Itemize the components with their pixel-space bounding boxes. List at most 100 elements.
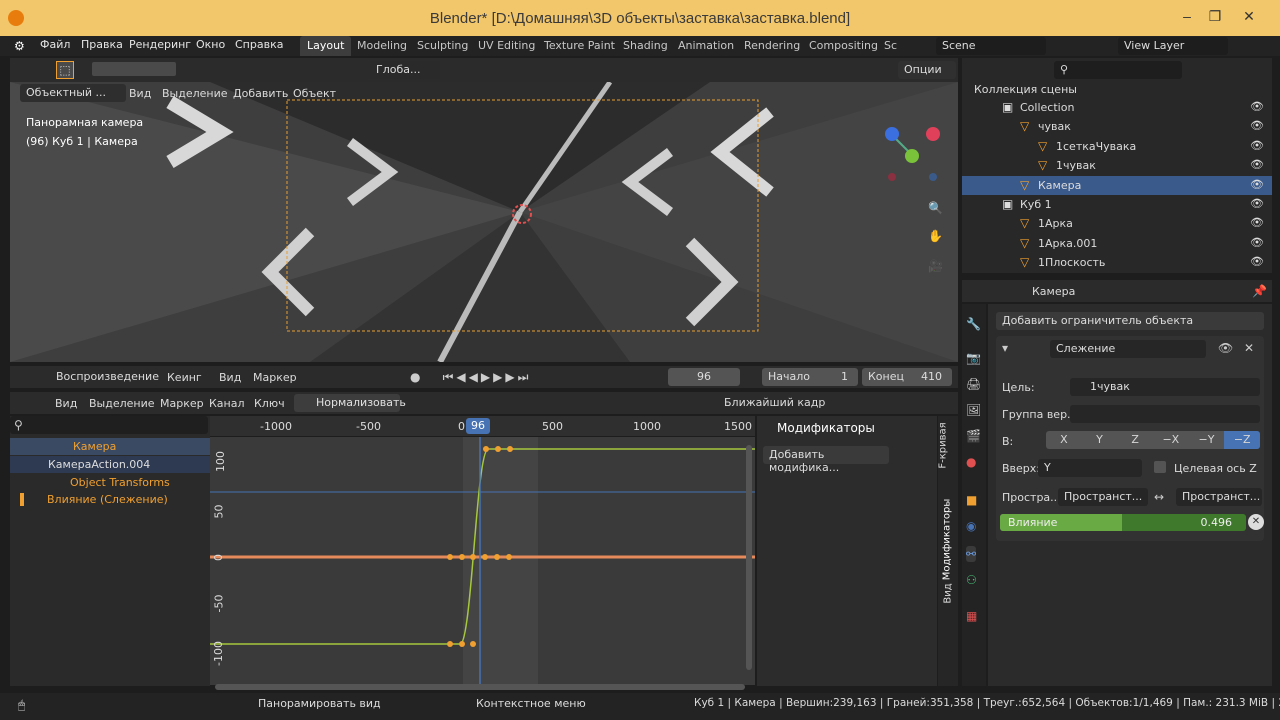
keying-menu[interactable]: Кеинг [167, 371, 202, 384]
vertex-group-field[interactable] [1070, 405, 1260, 423]
scene-icon[interactable]: 🎬 [966, 428, 981, 444]
view-layer-icon[interactable]: 🖼 [966, 402, 981, 418]
outliner-item[interactable]: ▽ чувак 👁 [962, 117, 1272, 136]
tab-fcurve[interactable]: F-кривая [938, 422, 949, 468]
tab-rendering[interactable]: Rendering [737, 36, 807, 56]
eye-icon[interactable]: 👁 [1218, 340, 1233, 356]
visibility-eye-icon[interactable]: 👁 [1250, 119, 1264, 132]
timeline-marker-menu[interactable]: Маркер [253, 371, 297, 384]
options-dropdown[interactable]: Опции [898, 61, 956, 79]
add-modifier-dropdown[interactable]: Добавить модифика... [763, 446, 889, 474]
data-icon[interactable]: ⚇ [966, 572, 977, 588]
tab-uv-editing[interactable]: UV Editing [471, 36, 542, 56]
scene-selector[interactable]: Scene [936, 37, 1046, 55]
constraint-name-field[interactable]: Слежение [1050, 340, 1206, 358]
outliner-item[interactable]: ▽ Камера 👁 [962, 175, 1272, 195]
close-button[interactable]: ✕ [1234, 8, 1264, 28]
pin-icon[interactable]: 📌 [1252, 283, 1267, 299]
world-icon[interactable]: ● [966, 454, 976, 470]
outliner-item[interactable]: ▽ 1чувак 👁 [962, 156, 1272, 175]
outliner-item[interactable]: ▣ Collection 👁 [962, 98, 1272, 117]
zoom-icon[interactable]: 🔍 [928, 200, 943, 216]
visibility-eye-icon[interactable]: 👁 [1250, 197, 1264, 210]
channel-row[interactable]: КамераAction.004 [10, 456, 210, 473]
select-box-icon[interactable]: ⬚ [56, 61, 74, 79]
outliner-item[interactable]: ▽ 1Плоскость 👁 [962, 253, 1272, 272]
tab-animation[interactable]: Animation [671, 36, 741, 56]
object-icon[interactable]: ■ [966, 492, 977, 508]
outliner-item[interactable]: ▽ 1Арка.001 👁 [962, 234, 1272, 253]
selection-mode-icons[interactable] [92, 62, 176, 76]
axis-y-button[interactable]: Y [1082, 431, 1118, 449]
axis-x-button[interactable]: X [1046, 431, 1082, 449]
view-layer-selector[interactable]: View Layer [1118, 37, 1228, 55]
tab-scripting[interactable]: Sc [877, 36, 904, 56]
target-space-dropdown[interactable]: Пространст... [1176, 488, 1262, 506]
tab-sculpting[interactable]: Sculpting [410, 36, 475, 56]
graph-marker-menu[interactable]: Маркер [160, 397, 204, 410]
up-axis-dropdown[interactable]: Y [1038, 459, 1142, 477]
visibility-eye-icon[interactable]: 👁 [1250, 236, 1264, 249]
graph-channel-menu[interactable]: Канал [209, 397, 245, 410]
target-z-checkbox[interactable] [1154, 461, 1166, 473]
viewport-object-menu[interactable]: Объект [293, 87, 336, 100]
end-frame-field[interactable]: Конец 410 [862, 368, 952, 386]
tab-shading[interactable]: Shading [616, 36, 675, 56]
channel-search-input[interactable]: ⚲ [10, 416, 208, 434]
playback-controls-icon[interactable]: ⏮◀◀▶▶▶⏭ [432, 369, 542, 385]
graph-area[interactable]: 100 50 0 -50 -100 [210, 437, 755, 685]
graph-select-menu[interactable]: Выделение [89, 397, 155, 410]
normalize-button[interactable]: Нормализовать [294, 394, 406, 412]
orientation-dropdown[interactable]: Глоба... [370, 61, 440, 79]
current-frame-field[interactable]: 96 [668, 368, 740, 386]
vertical-scrollbar[interactable] [746, 445, 752, 670]
influence-slider[interactable]: Влияние 0.496 [1000, 514, 1246, 531]
menu-help[interactable]: Справка [235, 38, 283, 51]
axis-neg-x-button[interactable]: −X [1153, 431, 1189, 449]
mode-dropdown[interactable]: Объектный ... [20, 84, 126, 102]
viewport-add-menu[interactable]: Добавить [233, 87, 288, 100]
viewport-select-menu[interactable]: Выделение [162, 87, 228, 100]
tab-modeling[interactable]: Modeling [350, 36, 414, 56]
visibility-eye-icon[interactable]: 👁 [1250, 139, 1264, 152]
visibility-eye-icon[interactable]: 👁 [1250, 216, 1264, 229]
graph-key-menu[interactable]: Ключ [254, 397, 285, 410]
outliner-item[interactable]: ▽ 1Арка 👁 [962, 214, 1272, 233]
remove-constraint-icon[interactable]: ✕ [1244, 340, 1254, 356]
tab-view[interactable]: Вид [943, 583, 954, 603]
axis-z-button[interactable]: Z [1117, 431, 1153, 449]
playback-dropdown[interactable]: Воспроизведение [50, 368, 159, 386]
snap-dropdown[interactable]: Ближайший кадр [718, 394, 900, 412]
tab-texture-paint[interactable]: Texture Paint [537, 36, 622, 56]
output-icon[interactable]: 🖨 [966, 376, 981, 392]
menu-render[interactable]: Рендеринг [129, 38, 191, 51]
record-icon[interactable]: ● [410, 369, 420, 385]
render-icon[interactable]: 📷 [966, 350, 981, 366]
owner-space-dropdown[interactable]: Пространст... [1058, 488, 1148, 506]
axis-neg-z-button[interactable]: −Z [1224, 431, 1261, 449]
visibility-eye-icon[interactable]: 👁 [1250, 100, 1264, 113]
viewport-view-menu[interactable]: Вид [129, 87, 151, 100]
menu-file[interactable]: Файл [40, 38, 70, 51]
tab-layout[interactable]: Layout [300, 36, 352, 56]
blender-menu-icon[interactable]: ⚙ [14, 38, 25, 54]
graph-view-menu[interactable]: Вид [55, 397, 77, 410]
tab-modifiers[interactable]: Модификаторы [941, 499, 952, 581]
maximize-button[interactable]: ❐ [1200, 8, 1230, 28]
start-frame-field[interactable]: Начало 1 [762, 368, 858, 386]
horizontal-scrollbar[interactable] [215, 684, 745, 690]
target-field[interactable]: 1чувак [1070, 378, 1260, 396]
texture-icon[interactable]: ▦ [966, 608, 977, 624]
menu-window[interactable]: Окно [196, 38, 225, 51]
hand-pan-icon[interactable]: ✋ [928, 228, 943, 244]
axis-neg-y-button[interactable]: −Y [1189, 431, 1225, 449]
timeline-view-menu[interactable]: Вид [219, 371, 241, 384]
constraint-icon[interactable]: ⚯ [966, 546, 977, 562]
menu-edit[interactable]: Правка [81, 38, 123, 51]
visibility-eye-icon[interactable]: 👁 [1250, 158, 1264, 171]
visibility-eye-icon[interactable]: 👁 [1250, 178, 1264, 191]
collapse-arrow-icon[interactable]: ▾ [1002, 340, 1008, 356]
tab-compositing[interactable]: Compositing [802, 36, 885, 56]
add-constraint-dropdown[interactable]: Добавить ограничитель объекта [996, 312, 1264, 330]
outliner-search-input[interactable]: ⚲ [1054, 61, 1182, 79]
